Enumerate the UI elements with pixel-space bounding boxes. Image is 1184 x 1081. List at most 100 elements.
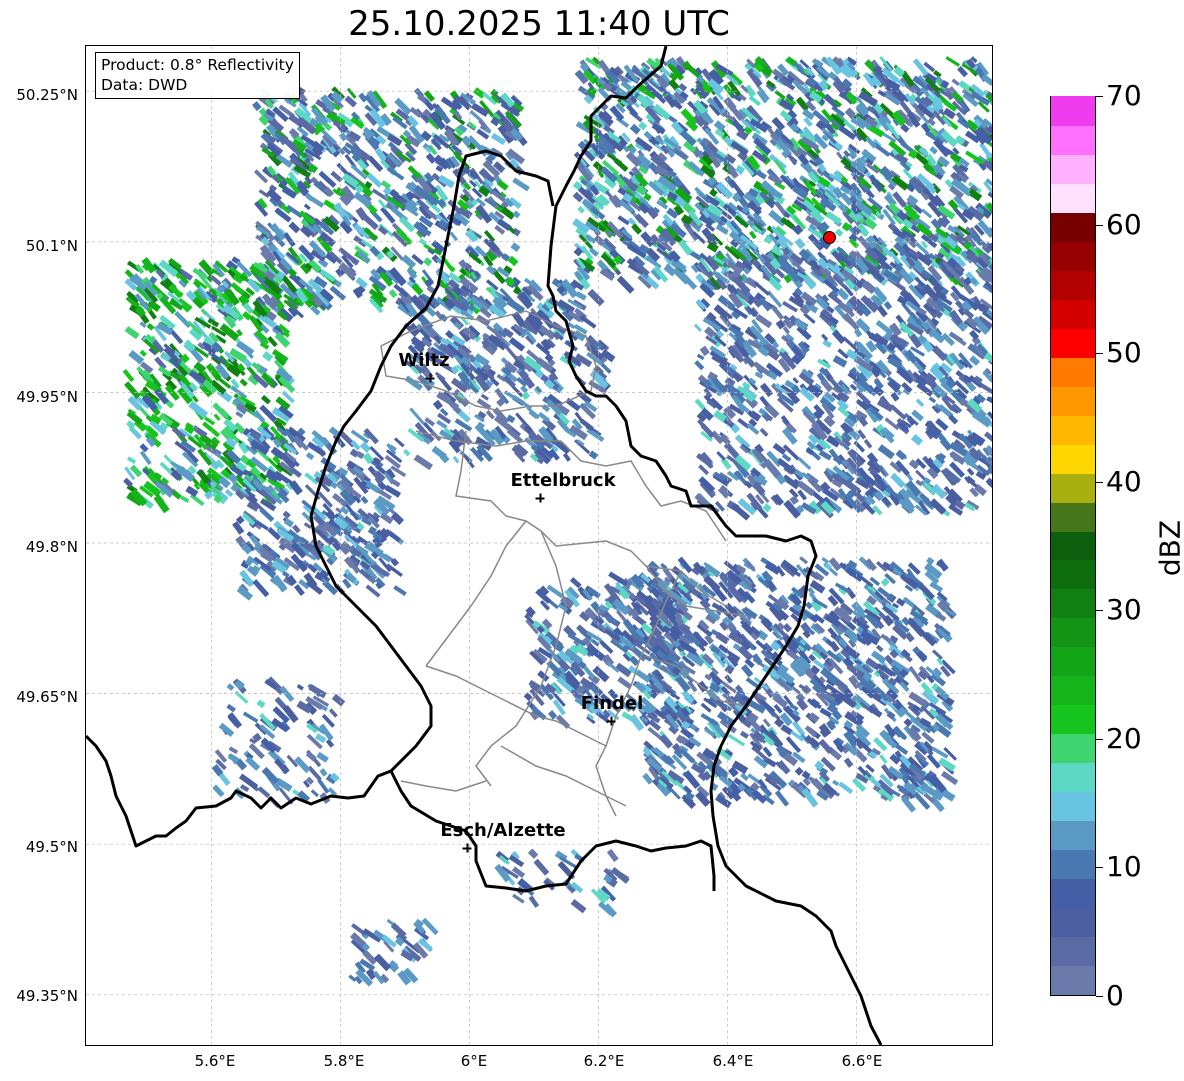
radar-echo-cell <box>124 325 140 340</box>
radar-echo-cell <box>617 215 630 226</box>
radar-echo-cell <box>759 427 769 437</box>
radar-echo-cell <box>139 450 152 465</box>
radar-echo-cell <box>262 351 274 362</box>
radar-echo-cell <box>239 378 248 387</box>
radar-echo-cell <box>716 451 726 461</box>
radar-echo-cell <box>510 242 521 253</box>
radar-echo-cell <box>877 444 895 460</box>
radar-echo-cell <box>724 674 733 684</box>
radar-echo-cell <box>330 91 344 104</box>
radar-echo-cell <box>753 281 771 296</box>
radar-echo-cell <box>792 377 799 384</box>
radar-echo-cell <box>576 624 593 640</box>
radar-echo-cell <box>432 399 443 411</box>
radar-echo-cell <box>843 757 854 768</box>
radar-echo-cell <box>929 146 938 155</box>
radar-echo-cell <box>836 151 844 160</box>
radar-echo-cell <box>260 394 271 405</box>
radar-echo-cell <box>122 368 135 383</box>
radar-echo-cell <box>642 772 654 785</box>
radar-echo-cell <box>139 443 149 453</box>
radar-echo-cell <box>360 495 369 505</box>
radar-echo-cell <box>771 116 786 131</box>
radar-echo-cell <box>715 223 729 235</box>
radar-echo-cell <box>146 323 155 331</box>
radar-echo-cell <box>748 377 757 386</box>
radar-echo-cell <box>883 301 893 310</box>
radar-echo-cell <box>759 382 774 398</box>
radar-echo-cell <box>189 493 205 507</box>
radar-echo-cell <box>512 210 521 219</box>
radar-echo-cell <box>921 208 933 219</box>
radar-echo-cell <box>694 360 705 371</box>
radar-echo-cell <box>693 323 703 332</box>
radar-echo-cell <box>838 781 854 795</box>
map-title: 25.10.2025 11:40 UTC <box>348 4 730 44</box>
radar-echo-cell <box>879 754 888 764</box>
radar-echo-cell <box>393 437 405 448</box>
radar-echo-cell <box>213 413 221 421</box>
radar-echo-cell <box>153 494 170 514</box>
radar-map-canvas <box>86 46 992 1045</box>
radar-echo-cell <box>915 398 925 407</box>
radar-echo-cell <box>912 58 929 77</box>
radar-echo-cell <box>193 483 201 491</box>
radar-echo-cell <box>834 228 844 237</box>
radar-echo-cell <box>393 585 407 597</box>
radar-echo-cell <box>818 738 833 754</box>
radar-echo-cell <box>694 186 706 199</box>
radar-echo-cell <box>288 221 301 234</box>
radar-echo-cell <box>179 495 190 503</box>
radar-echo-cell <box>359 441 372 453</box>
radar-echo-cell <box>980 383 992 397</box>
radar-echo-cell <box>822 339 833 348</box>
radar-echo-cell <box>232 521 245 535</box>
radar-echo-cell <box>696 353 705 361</box>
radar-echo-cell <box>126 420 136 429</box>
radar-echo-cell <box>921 731 935 744</box>
radar-echo-cell <box>825 211 842 225</box>
radar-echo-cell <box>940 770 959 786</box>
radar-echo-cell <box>868 174 884 192</box>
radar-echo-cell <box>174 310 192 329</box>
radar-echo-cell <box>770 305 785 321</box>
radar-echo-cell <box>797 457 812 470</box>
radar-echo-cell <box>875 644 884 653</box>
radar-echo-cell <box>569 577 582 589</box>
radar-echo-cell <box>915 479 923 487</box>
radar-echo-cell <box>617 676 632 689</box>
radar-echo-cell <box>985 477 992 491</box>
radar-echo-cell <box>709 188 718 198</box>
radar-echo-cell <box>386 166 405 181</box>
radar-echo-cell <box>390 478 401 488</box>
radar-echo-cell <box>739 730 750 739</box>
radar-echo-cell <box>449 231 459 242</box>
radar-echo-cell <box>890 472 906 489</box>
radar-echo-cell <box>762 718 771 728</box>
radar-echo-cell <box>799 556 809 565</box>
radar-echo-cell <box>794 237 806 250</box>
radar-echo-cell <box>928 396 937 404</box>
radar-echo-cell <box>832 779 840 786</box>
radar-map <box>85 45 993 1046</box>
radar-echo-cell <box>303 203 311 211</box>
radar-echo-cell <box>926 753 941 769</box>
radar-echo-cell <box>338 132 348 142</box>
radar-echo-cell <box>717 485 731 499</box>
radar-echo-cell <box>759 395 770 407</box>
radar-echo-layer <box>122 56 992 987</box>
radar-echo-cell <box>423 257 433 267</box>
radar-echo-cell <box>577 205 585 214</box>
radar-echo-cell <box>926 556 935 565</box>
radar-echo-cell <box>282 510 291 519</box>
radar-echo-cell <box>126 456 137 464</box>
radar-echo-cell <box>889 404 907 421</box>
radar-echo-cell <box>606 152 623 165</box>
radar-echo-cell <box>774 790 790 807</box>
radar-echo-cell <box>305 452 315 461</box>
radar-echo-cell <box>139 349 147 357</box>
radar-echo-cell <box>931 649 943 660</box>
radar-echo-cell <box>587 288 605 307</box>
radar-echo-cell <box>283 232 296 248</box>
radar-echo-cell <box>388 289 398 299</box>
